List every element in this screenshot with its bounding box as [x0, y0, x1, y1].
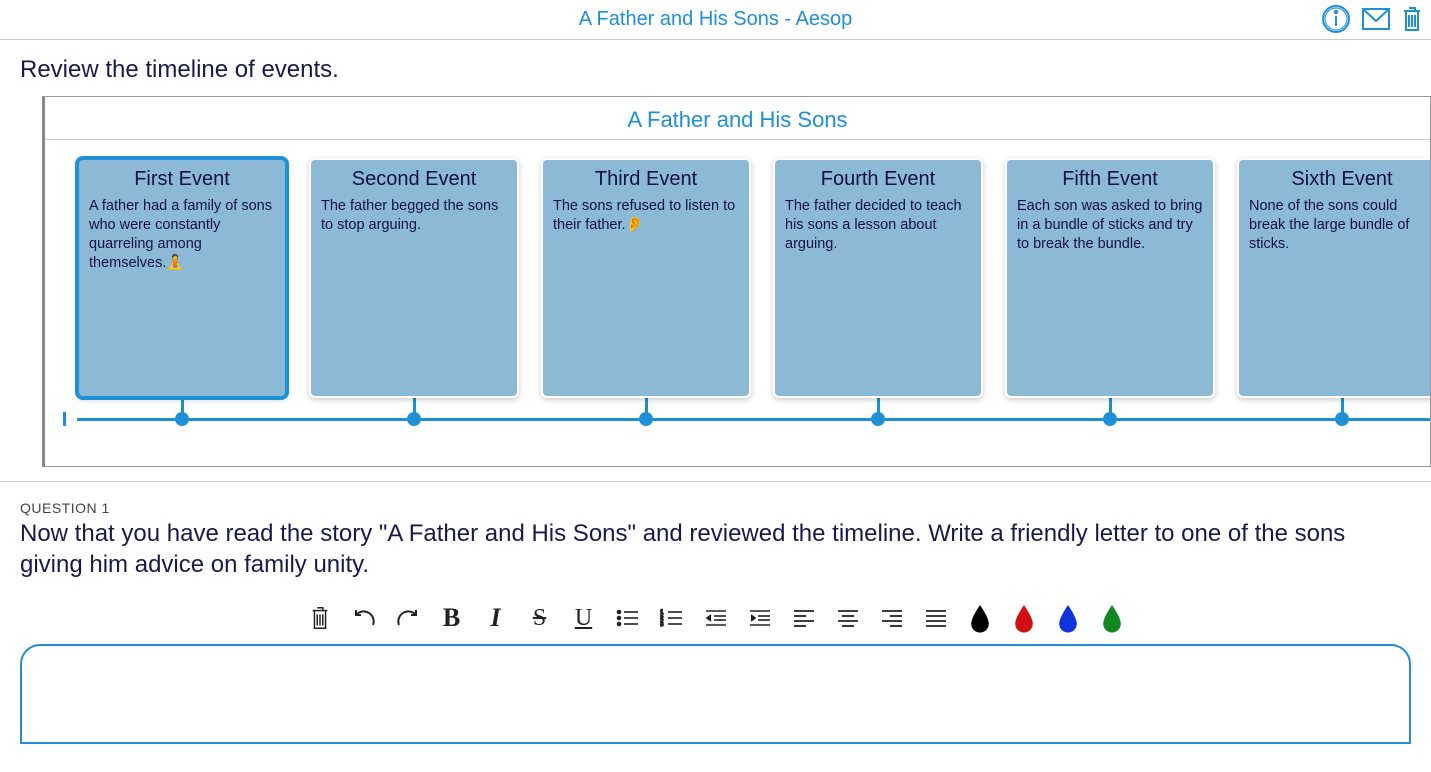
underline-button[interactable]: U	[570, 604, 598, 632]
event-description: The father begged the sons to stop argui…	[321, 197, 507, 235]
strikethrough-button[interactable]: S	[526, 604, 554, 632]
axis-start-cap	[63, 412, 66, 426]
timeline-scroll[interactable]: First Event A father had a family of sons…	[45, 140, 1430, 466]
outdent-icon[interactable]	[702, 604, 730, 632]
redo-icon[interactable]	[394, 604, 422, 632]
color-drop-icon[interactable]	[1098, 604, 1126, 632]
axis-line	[77, 418, 1430, 421]
event-title: Sixth Event	[1249, 168, 1430, 191]
align-center-icon[interactable]	[834, 604, 862, 632]
event-description: Each son was asked to bring in a bundle …	[1017, 197, 1203, 254]
axis-dot	[175, 412, 189, 426]
question-label: QUESTION 1	[20, 500, 1411, 516]
event-description: The father decided to teach his sons a l…	[785, 197, 971, 254]
app-header: A Father and His Sons - Aesop	[0, 0, 1431, 40]
event-title: Fifth Event	[1017, 168, 1203, 191]
event-card[interactable]: Third Event The sons refused to listen to…	[541, 158, 751, 398]
event-title: First Event	[89, 168, 275, 191]
axis-dot	[1335, 412, 1349, 426]
event-description: A father had a family of sons who were c…	[89, 197, 275, 272]
question-text: Now that you have read the story "A Fath…	[20, 518, 1411, 580]
axis-dot	[407, 412, 421, 426]
event-card[interactable]: First Event A father had a family of sons…	[77, 158, 287, 398]
event-description: None of the sons could break the large b…	[1249, 197, 1430, 254]
event-card[interactable]: Fifth Event Each son was asked to bring i…	[1005, 158, 1215, 398]
axis-dot	[871, 412, 885, 426]
page-title: A Father and His Sons - Aesop	[579, 8, 853, 31]
editor-toolbar: B I S U 123	[0, 590, 1431, 640]
list-numbered-icon[interactable]: 123	[658, 604, 686, 632]
event-title: Fourth Event	[785, 168, 971, 191]
event-title: Third Event	[553, 168, 739, 191]
event-card[interactable]: Fourth Event The father decided to teach …	[773, 158, 983, 398]
instruction-text: Review the timeline of events.	[0, 40, 1431, 96]
question-block: QUESTION 1 Now that you have read the st…	[0, 482, 1431, 590]
event-card[interactable]: Sixth Event None of the sons could break …	[1237, 158, 1430, 398]
color-drop-icon[interactable]	[1010, 604, 1038, 632]
align-left-icon[interactable]	[790, 604, 818, 632]
undo-icon[interactable]	[350, 604, 378, 632]
timeline-cards-row: First Event A father had a family of sons…	[77, 158, 1430, 398]
italic-button[interactable]: I	[482, 604, 510, 632]
axis-dot	[639, 412, 653, 426]
timeline-title: A Father and His Sons	[45, 97, 1430, 140]
timeline-container: A Father and His Sons First Event A fathe…	[42, 96, 1431, 467]
svg-text:3: 3	[660, 622, 664, 628]
list-bullet-icon[interactable]	[614, 604, 642, 632]
align-right-icon[interactable]	[878, 604, 906, 632]
info-icon[interactable]	[1321, 4, 1351, 39]
bold-button[interactable]: B	[438, 604, 466, 632]
header-actions	[1321, 4, 1423, 39]
event-card[interactable]: Second Event The father begged the sons t…	[309, 158, 519, 398]
trash-icon[interactable]	[1401, 5, 1423, 38]
event-description: The sons refused to listen to their fath…	[553, 197, 739, 235]
toolbar-trash-icon[interactable]	[306, 604, 334, 632]
answer-editor[interactable]	[20, 644, 1411, 744]
axis-dot	[1103, 412, 1117, 426]
timeline-axis	[77, 410, 1430, 426]
indent-icon[interactable]	[746, 604, 774, 632]
color-drop-icon[interactable]	[1054, 604, 1082, 632]
mail-icon[interactable]	[1361, 7, 1391, 36]
event-title: Second Event	[321, 168, 507, 191]
align-justify-icon[interactable]	[922, 604, 950, 632]
color-drop-icon[interactable]	[966, 604, 994, 632]
